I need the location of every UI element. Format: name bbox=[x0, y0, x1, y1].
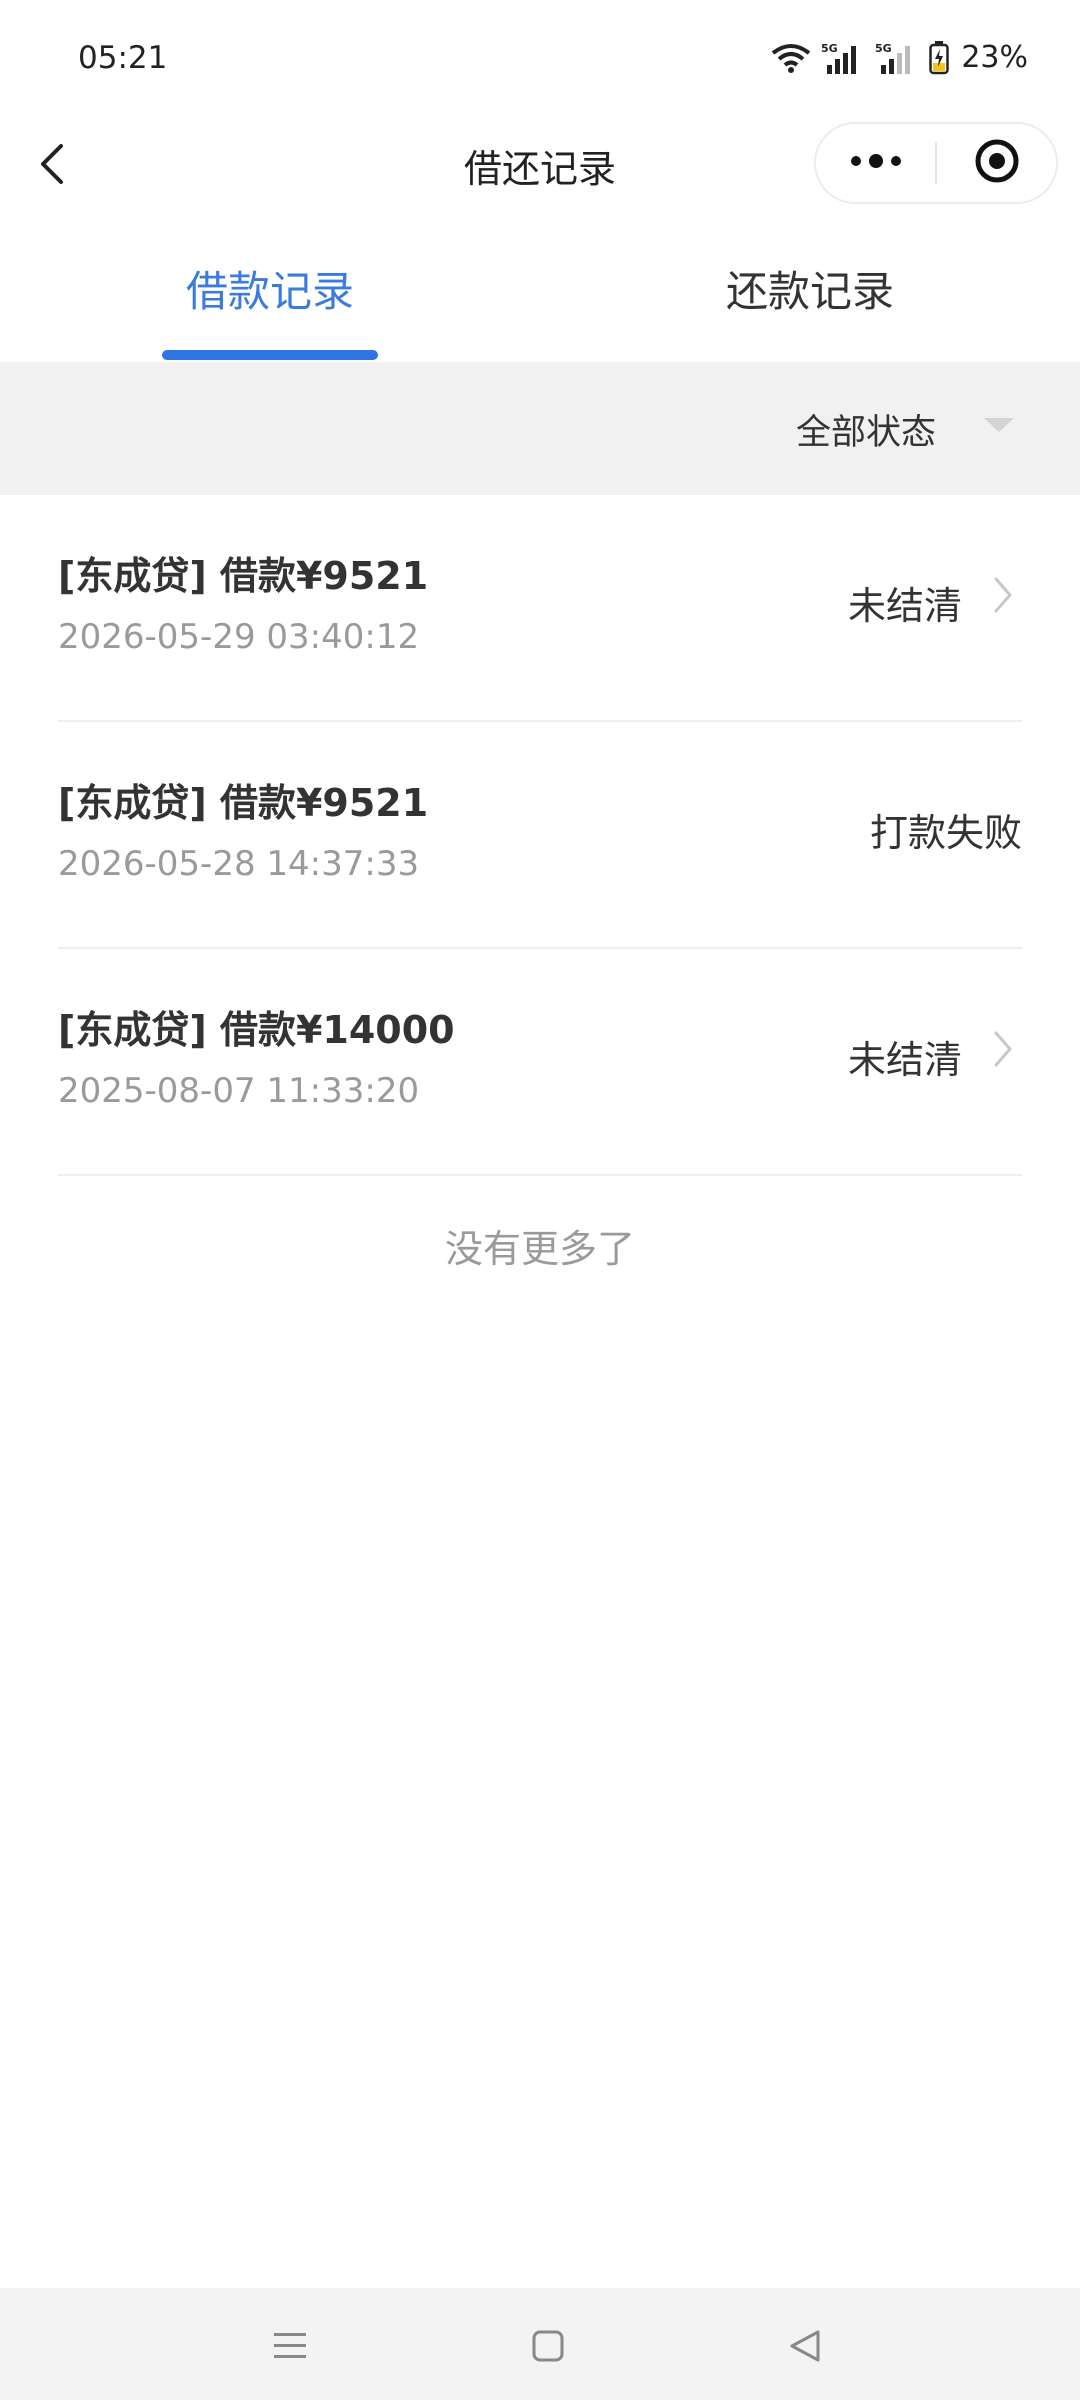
no-more-hint: 没有更多了 bbox=[444, 1227, 635, 1271]
record-title: [东成贷] 借款¥14000 bbox=[58, 1008, 455, 1052]
active-tab-indicator bbox=[162, 350, 378, 360]
chevron-right-icon bbox=[992, 1029, 1014, 1073]
filter-bar: 全部状态 bbox=[0, 362, 1080, 495]
system-nav-bar bbox=[0, 2288, 1080, 2400]
close-miniprogram-button[interactable] bbox=[937, 124, 1056, 202]
target-circle-icon bbox=[973, 137, 1021, 189]
home-square-icon bbox=[531, 2329, 565, 2367]
record-status: 未结清 bbox=[847, 584, 962, 628]
status-bar: 05:21 5G 5G 23% bbox=[0, 0, 1080, 120]
tab-repay-records[interactable]: 还款记录 bbox=[540, 258, 1080, 319]
record-time: 2025-08-07 11:33:20 bbox=[58, 1071, 420, 1111]
record-title: [东成贷] 借款¥9521 bbox=[58, 554, 429, 598]
record-time: 2026-05-28 14:37:33 bbox=[58, 844, 420, 884]
status-filter-dropdown[interactable]: 全部状态 bbox=[796, 404, 936, 455]
status-icons: 5G 5G 23% bbox=[771, 40, 1028, 75]
menu-icon bbox=[272, 2329, 308, 2367]
back-triangle-icon bbox=[788, 2329, 822, 2367]
home-button[interactable] bbox=[518, 2318, 578, 2378]
signal-5g-icon: 5G bbox=[821, 41, 865, 75]
chevron-right-icon bbox=[992, 575, 1014, 619]
record-status: 未结清 bbox=[847, 1038, 962, 1082]
recent-apps-button[interactable] bbox=[260, 2318, 320, 2378]
caret-down-icon[interactable] bbox=[984, 418, 1014, 438]
record-time: 2026-05-29 03:40:12 bbox=[58, 617, 420, 657]
system-back-button[interactable] bbox=[775, 2318, 835, 2378]
nav-bar: 借还记录 bbox=[0, 120, 1080, 210]
status-time: 05:21 bbox=[78, 40, 168, 76]
more-dots-icon bbox=[848, 151, 904, 175]
more-button[interactable] bbox=[816, 124, 935, 202]
tab-borrow-records[interactable]: 借款记录 bbox=[0, 258, 540, 319]
list-item[interactable]: [东成贷] 借款¥14000 2025-08-07 11:33:20 未结清 bbox=[58, 949, 1022, 1176]
record-title: [东成贷] 借款¥9521 bbox=[58, 781, 429, 825]
record-status: 打款失败 bbox=[869, 811, 1022, 855]
list-item[interactable]: [东成贷] 借款¥9521 2026-05-29 03:40:12 未结清 bbox=[58, 495, 1022, 722]
mini-program-capsule bbox=[814, 122, 1058, 204]
svg-text:5G: 5G bbox=[821, 42, 838, 55]
wifi-icon bbox=[771, 42, 811, 74]
list-item[interactable]: [东成贷] 借款¥9521 2026-05-28 14:37:33 打款失败 bbox=[58, 722, 1022, 949]
record-tabs: 借款记录 还款记录 bbox=[0, 230, 1080, 362]
battery-charging-icon bbox=[929, 40, 950, 75]
svg-text:5G: 5G bbox=[875, 42, 892, 55]
signal-5g-icon: 5G bbox=[875, 41, 919, 75]
battery-percent: 23% bbox=[961, 40, 1028, 75]
